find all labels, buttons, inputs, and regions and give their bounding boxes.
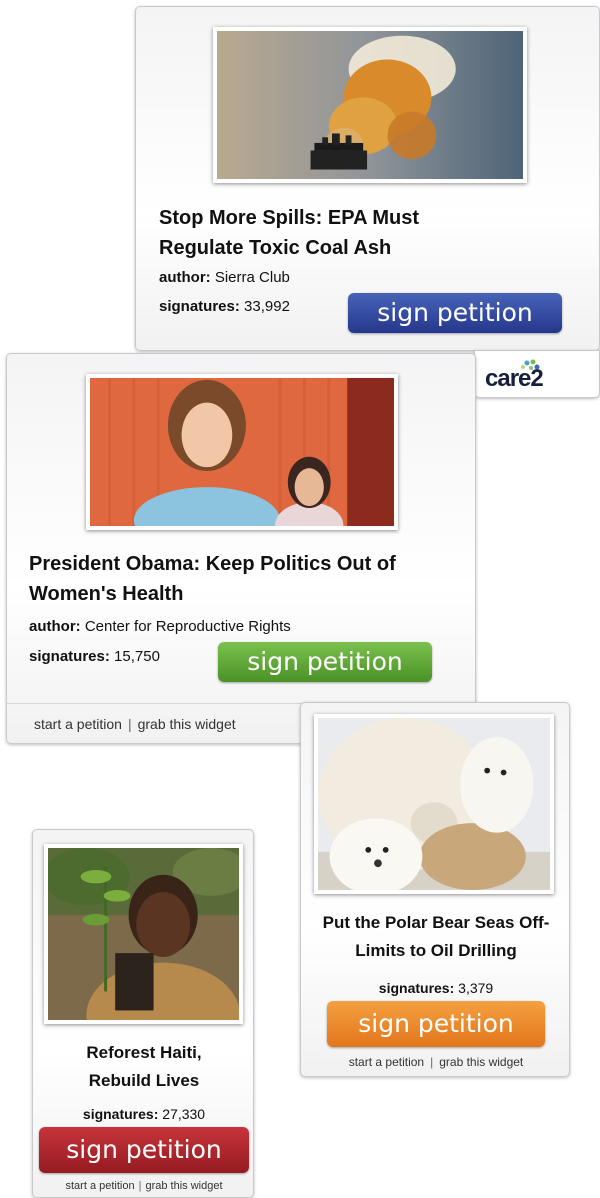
widget-footer-links: start a petition | grab this widget [34, 716, 236, 732]
signatures-line: signatures: 3,379 [301, 980, 571, 996]
care2-logo[interactable]: care2 [485, 359, 555, 392]
link-separator: | [430, 1055, 434, 1069]
petition-widget-womens-health: President Obama: Keep Politics Out of Wo… [6, 353, 476, 744]
women-photo[interactable] [86, 374, 398, 530]
author-label: author: [29, 618, 81, 635]
widget-footer-links: start a petition | grab this widget [33, 1180, 255, 1192]
signatures-label: signatures: [29, 648, 110, 665]
signatures-label: signatures: [378, 980, 455, 996]
author-line: author: Center for Reproductive Rights [29, 618, 291, 635]
brand-footer-tab: care2 [474, 350, 600, 398]
signatures-line: signatures: 33,992 [159, 298, 290, 315]
polar-bears-photo[interactable] [314, 714, 554, 894]
widget-footer-links: start a petition | grab this widget [301, 1055, 571, 1069]
start-petition-link[interactable]: start a petition [66, 1180, 135, 1192]
petition-title[interactable]: Put the Polar Bear Seas Off-Limits to Oi… [311, 909, 561, 965]
signatures-line: signatures: 15,750 [29, 648, 160, 665]
signature-count: 15,750 [114, 648, 160, 665]
author-line: author: Sierra Club [159, 269, 290, 286]
petition-title[interactable]: Stop More Spills: EPA Must Regulate Toxi… [159, 203, 489, 263]
petition-widget-haiti: Reforest Haiti, Rebuild Lives signatures… [32, 829, 254, 1198]
sign-petition-button[interactable]: sign petition [348, 293, 562, 333]
link-separator: | [127, 716, 132, 732]
petition-title[interactable]: Reforest Haiti, Rebuild Lives [69, 1039, 219, 1095]
author-label: author: [159, 269, 211, 286]
signatures-label: signatures: [82, 1106, 159, 1122]
sign-petition-button[interactable]: sign petition [327, 1001, 545, 1047]
sign-petition-button[interactable]: sign petition [39, 1127, 249, 1173]
author-name: Center for Reproductive Rights [84, 618, 291, 635]
link-separator: | [138, 1180, 142, 1192]
signature-count: 3,379 [458, 980, 494, 996]
signatures-line: signatures: 27,330 [33, 1106, 255, 1122]
child-sapling-photo[interactable] [44, 844, 243, 1024]
signature-count: 33,992 [244, 298, 290, 315]
grab-widget-link[interactable]: grab this widget [145, 1180, 222, 1192]
petition-title[interactable]: President Obama: Keep Politics Out of Wo… [29, 549, 449, 609]
smokestack-photo[interactable] [213, 27, 527, 183]
signatures-label: signatures: [159, 298, 240, 315]
care2-logo-text: care2 [485, 365, 544, 392]
start-petition-link[interactable]: start a petition [34, 716, 122, 732]
start-petition-link[interactable]: start a petition [349, 1055, 424, 1069]
grab-widget-link[interactable]: grab this widget [138, 716, 236, 732]
petition-widget-coal-ash: Stop More Spills: EPA Must Regulate Toxi… [135, 6, 600, 351]
grab-widget-link[interactable]: grab this widget [439, 1055, 523, 1069]
petition-widget-polar-bear: Put the Polar Bear Seas Off-Limits to Oi… [300, 702, 570, 1077]
author-name: Sierra Club [214, 269, 290, 286]
signature-count: 27,330 [162, 1106, 206, 1122]
sign-petition-button[interactable]: sign petition [218, 642, 432, 682]
